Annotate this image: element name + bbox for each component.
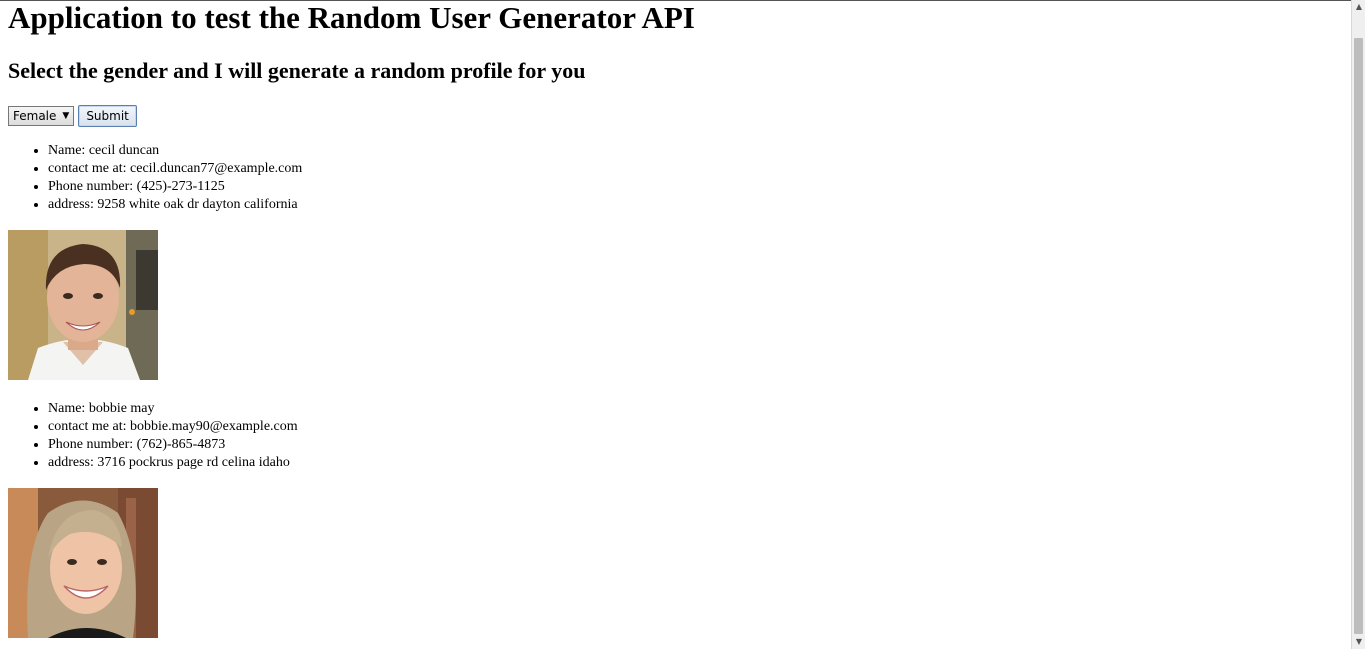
scroll-down-arrow-icon[interactable]: ▼	[1352, 635, 1365, 649]
gender-form: Female ▼ Submit	[8, 105, 137, 127]
profile-phone: Phone number: (762)-865-4873	[48, 436, 298, 454]
profile-name: Name: cecil duncan	[48, 142, 302, 160]
profile-phone: Phone number: (425)-273-1125	[48, 178, 302, 196]
profile-name: Name: bobbie may	[48, 400, 298, 418]
page-subtitle: Select the gender and I will generate a …	[8, 58, 586, 83]
gender-select[interactable]: Female ▼	[8, 106, 75, 126]
profile-photo-woman	[8, 488, 158, 638]
profile-address: address: 9258 white oak dr dayton califo…	[48, 196, 302, 214]
profile-email: contact me at: cecil.duncan77@example.co…	[48, 160, 302, 178]
page-title: Application to test the Random User Gene…	[8, 0, 695, 35]
profile-details-list: Name: bobbie may contact me at: bobbie.m…	[8, 400, 298, 472]
profile-address: address: 3716 pockrus page rd celina ida…	[48, 454, 298, 472]
scroll-up-arrow-icon[interactable]: ▲	[1352, 0, 1365, 14]
dropdown-arrow-icon: ▼	[62, 111, 70, 121]
scrollbar-thumb[interactable]	[1354, 38, 1363, 634]
profile-details-list: Name: cecil duncan contact me at: cecil.…	[8, 142, 302, 214]
gender-select-value: Female	[13, 109, 57, 123]
profile-email: contact me at: bobbie.may90@example.com	[48, 418, 298, 436]
profile-photo-man	[8, 230, 158, 380]
submit-button[interactable]: Submit	[78, 105, 137, 127]
vertical-scrollbar[interactable]: ▲ ▼	[1351, 0, 1365, 649]
